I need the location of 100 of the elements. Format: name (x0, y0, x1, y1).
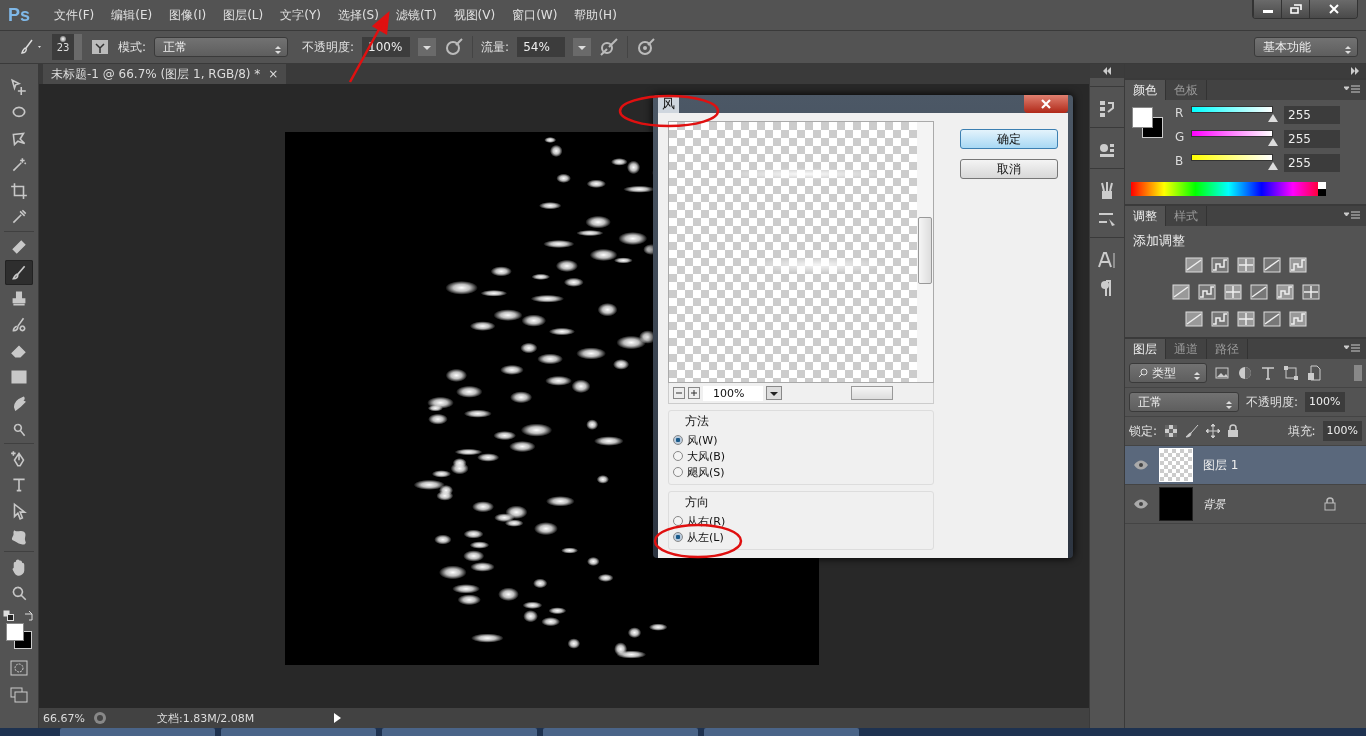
status-info-icon[interactable] (92, 711, 107, 725)
opacity-field[interactable]: 100% (362, 37, 411, 57)
zoom-field[interactable]: 100% (703, 385, 763, 401)
radio-option[interactable]: 风(W) (673, 432, 929, 448)
menu-item[interactable]: 窗口(W) (510, 3, 560, 27)
image-filter-icon[interactable] (1214, 365, 1230, 381)
panel-tab[interactable]: 颜色 (1125, 80, 1166, 100)
type-filter-icon[interactable] (1260, 365, 1276, 381)
menu-item[interactable]: 视图(V) (451, 3, 498, 27)
default-colors-icon[interactable] (3, 610, 15, 622)
panel-tab[interactable]: 图层 (1125, 339, 1166, 359)
quick-mask-icon[interactable] (10, 660, 28, 676)
brush-size-picker[interactable]: 23 (52, 34, 82, 60)
channel-color-ramp[interactable] (1191, 130, 1273, 137)
zoom-out-button[interactable] (673, 387, 685, 399)
menu-item[interactable]: 选择(S) (335, 3, 381, 27)
color-swatches-icon[interactable] (6, 623, 32, 649)
collapse-icon[interactable] (1102, 67, 1112, 75)
radio-option[interactable]: 大风(B) (673, 448, 929, 464)
minimize-button[interactable] (1253, 0, 1281, 18)
close-icon (1040, 99, 1052, 109)
channel-color-ramp[interactable] (1191, 154, 1273, 161)
history-icon[interactable] (1097, 99, 1117, 119)
eye-icon[interactable] (1133, 499, 1149, 509)
caret-icon[interactable] (573, 38, 592, 56)
document-filter-icon[interactable] (1306, 365, 1322, 381)
menu-item[interactable]: 编辑(E) (109, 3, 155, 27)
radio-option[interactable]: 飓风(S) (673, 464, 929, 480)
ok-button[interactable]: 确定 (960, 129, 1058, 149)
menu-item[interactable]: 图像(I) (167, 3, 209, 27)
brush-icon[interactable] (1185, 424, 1200, 438)
flow-field[interactable]: 54% (517, 37, 566, 57)
zoom-level[interactable]: 66.67% (43, 711, 85, 725)
panel-menu-icon[interactable] (1344, 211, 1360, 221)
radio-button[interactable] (673, 516, 683, 526)
channel-value-field[interactable]: 255 (1284, 154, 1340, 172)
character-icon[interactable] (1097, 250, 1117, 270)
radio-button[interactable] (673, 467, 683, 477)
color-spectrum[interactable] (1131, 182, 1326, 196)
radio-button[interactable] (673, 451, 683, 461)
cancel-button[interactable]: 取消 (960, 159, 1058, 179)
radio-button[interactable] (673, 435, 683, 445)
mode-label: 模式: (118, 38, 147, 56)
menu-item[interactable]: 图层(L) (221, 3, 266, 27)
circle-filter-icon[interactable] (1237, 365, 1253, 381)
mode-select[interactable]: 正常 (154, 37, 289, 57)
transform-filter-icon[interactable] (1283, 365, 1299, 381)
lock-icon[interactable] (1227, 424, 1240, 438)
opacity-label: 不透明度: (302, 38, 355, 56)
panel-tab[interactable]: 路径 (1207, 339, 1248, 359)
fill-field[interactable]: 100% (1322, 421, 1362, 441)
channel-value-field[interactable]: 255 (1284, 106, 1340, 124)
pressure-size-icon[interactable] (636, 37, 657, 57)
menu-item[interactable]: 文件(F) (52, 3, 97, 27)
expand-icon[interactable] (1350, 67, 1360, 75)
layer-row[interactable]: 图层 1 (1125, 446, 1366, 485)
eye-icon[interactable] (1133, 460, 1149, 470)
blend-mode-select[interactable]: 正常 (1129, 392, 1239, 412)
menu-item[interactable]: 文字(Y) (278, 3, 323, 27)
slider-thumb-icon[interactable] (1268, 114, 1278, 122)
radio-option[interactable]: 从左(L) (673, 529, 929, 545)
stamp-icon (10, 289, 28, 308)
tab-close-button[interactable]: × (268, 67, 279, 81)
zoom-in-button[interactable] (688, 387, 700, 399)
close-button[interactable] (1024, 95, 1068, 113)
menu-item[interactable]: 帮助(H) (572, 3, 619, 27)
layer-opacity-field[interactable]: 100% (1305, 392, 1345, 412)
fg-bg-colors-icon[interactable] (1131, 106, 1165, 140)
panel-tab[interactable]: 样式 (1166, 206, 1207, 226)
panel-menu-icon[interactable] (1344, 85, 1360, 95)
lock-transparency-icon[interactable] (1164, 424, 1179, 438)
panel-tab[interactable]: 色板 (1166, 80, 1207, 100)
restore-button[interactable] (1281, 0, 1309, 18)
close-button[interactable] (1309, 0, 1357, 18)
slider-thumb-icon[interactable] (1268, 162, 1278, 170)
panel-tab[interactable]: 调整 (1125, 206, 1166, 226)
filter-toggle[interactable] (1354, 365, 1362, 381)
swap-icon[interactable] (23, 610, 35, 622)
move-icon[interactable] (1206, 424, 1221, 438)
panel-tab[interactable]: 通道 (1166, 339, 1207, 359)
channel-value-field[interactable]: 255 (1284, 130, 1340, 148)
brush-panel-icon[interactable] (90, 38, 110, 56)
vertical-scrollbar[interactable] (917, 122, 933, 382)
caret-icon[interactable] (418, 38, 437, 56)
channel-color-ramp[interactable] (1191, 106, 1273, 113)
brush-preset-icon[interactable] (18, 37, 44, 57)
play-icon[interactable] (332, 712, 343, 724)
tool-button[interactable] (5, 260, 33, 285)
slider-thumb-icon[interactable] (1268, 138, 1278, 146)
radio-button[interactable] (673, 532, 683, 542)
airbrush-icon[interactable] (599, 37, 620, 57)
layer-filter-select[interactable]: 类型 (1129, 363, 1207, 383)
workspace-select[interactable]: 基本功能 (1254, 37, 1358, 57)
menu-item[interactable]: 滤镜(T) (393, 3, 439, 27)
panel-menu-icon[interactable] (1344, 344, 1360, 354)
pressure-opacity-icon[interactable] (444, 37, 465, 57)
layer-row[interactable]: 背景 (1125, 485, 1366, 524)
screen-mode-icon[interactable] (10, 687, 28, 703)
document-tab[interactable]: 未标题-1 @ 66.7% (图层 1, RGB/8) * × (43, 64, 287, 84)
dropdown-icon[interactable] (766, 386, 782, 400)
